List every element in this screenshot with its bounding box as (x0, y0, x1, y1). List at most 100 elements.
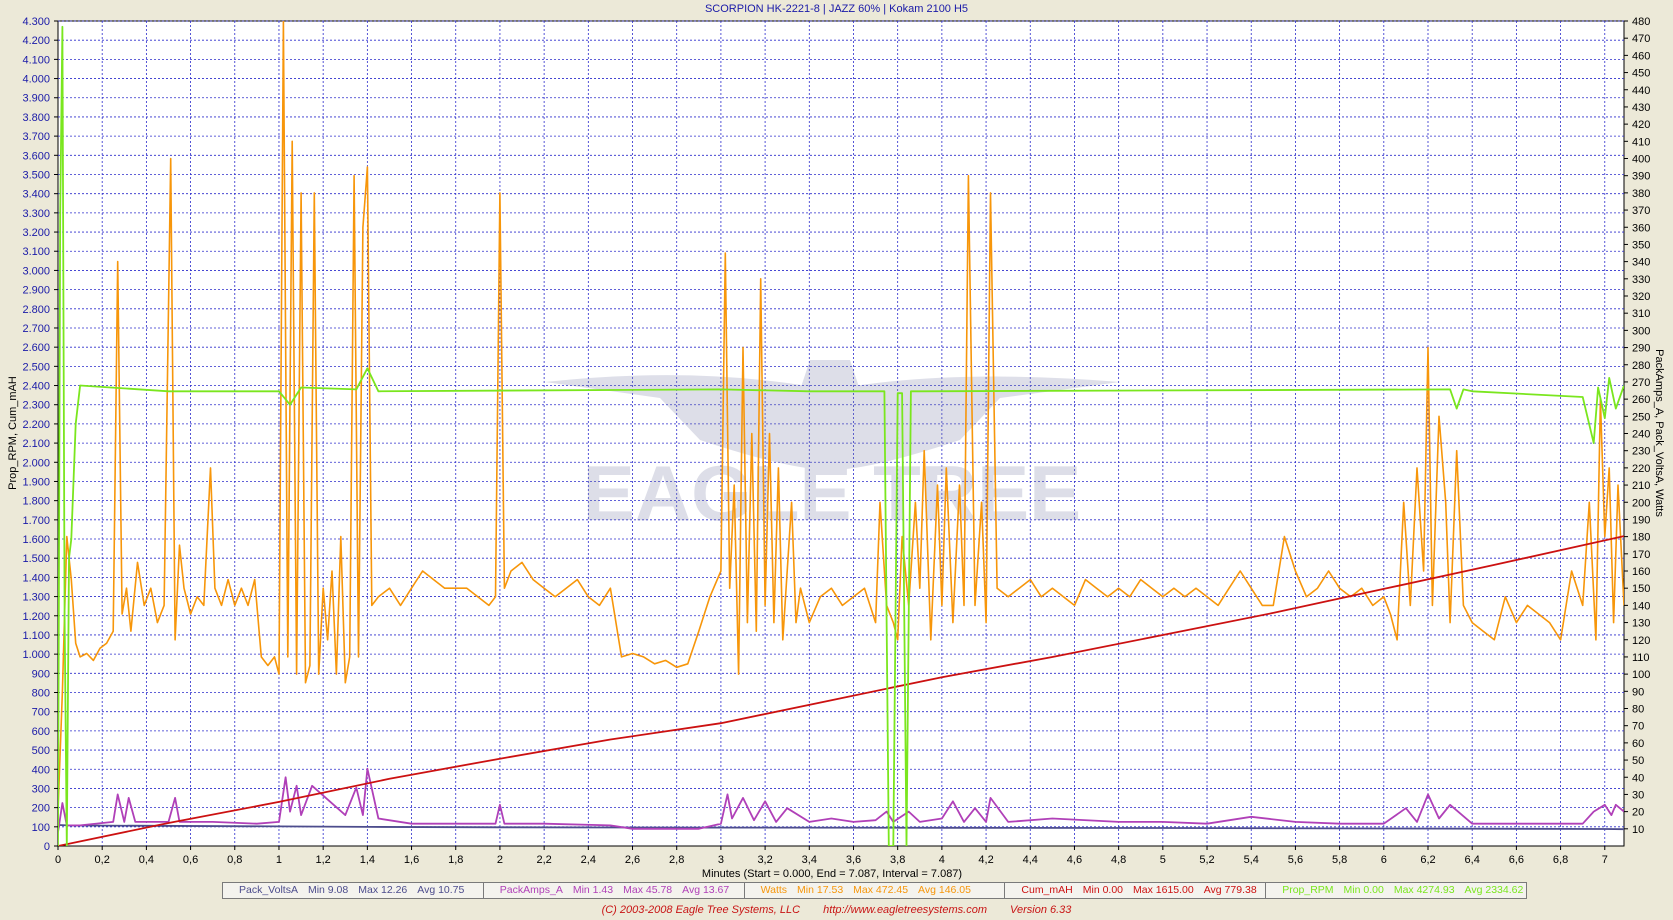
y-tick-right: 420 (1632, 119, 1650, 131)
y-tick-right: 280 (1632, 360, 1650, 372)
x-tick: 1 (276, 854, 282, 866)
x-tick: 4,8 (1111, 854, 1126, 866)
y-tick-right: 390 (1632, 171, 1650, 183)
y-tick-left: 2.300 (22, 400, 50, 412)
version-text: Version 6.33 (1010, 904, 1072, 916)
y-tick-left: 4.100 (22, 54, 50, 66)
y-tick-left: 3.900 (22, 93, 50, 105)
legend-min: Min 17.53 (797, 884, 844, 896)
y-tick-right: 410 (1632, 136, 1650, 148)
y-tick-left: 3.300 (22, 208, 50, 220)
x-axis-ticks: 0 0,2 0,4 0,6 0,8 1 1,2 1,4 1,6 1,8 2 2,2 2,4 2,6 2,8 3… (55, 846, 1608, 866)
y-tick-right: 470 (1632, 33, 1650, 45)
x-tick: 0,4 (139, 854, 154, 866)
legend-cum-mah[interactable]: Cum_mAH Min 0.00 Max 1615.00 Avg 779.38 (1005, 883, 1267, 898)
x-tick: 3,8 (890, 854, 905, 866)
y-tick-right: 50 (1632, 755, 1644, 767)
y-tick-left: 2.000 (22, 457, 50, 469)
legend-avg: Avg 13.67 (682, 884, 730, 896)
x-tick: 4 (939, 854, 945, 866)
y-tick-left: 2.400 (22, 381, 50, 393)
legend-pack-amps[interactable]: PackAmps_A Min 1.43 Max 45.78 Avg 13.67 (484, 883, 745, 898)
x-tick: 6,4 (1465, 854, 1480, 866)
y-tick-right: 160 (1632, 566, 1650, 578)
y-tick-left: 3.500 (22, 169, 50, 181)
x-tick: 5,6 (1288, 854, 1303, 866)
y-tick-left: 300 (32, 783, 50, 795)
x-tick: 0 (55, 854, 61, 866)
legend-min: Min 1.43 (572, 884, 614, 896)
x-tick: 4,4 (1023, 854, 1038, 866)
y-tick-left: 4.300 (22, 16, 50, 28)
y-tick-left: 3.200 (22, 227, 50, 239)
x-tick: 6 (1381, 854, 1387, 866)
legend-watts[interactable]: Watts Min 17.53 Max 472.45 Avg 146.05 (745, 883, 1006, 898)
x-tick: 2,4 (581, 854, 596, 866)
y-tick-left: 1.600 (22, 534, 50, 546)
y-tick-left: 0 (44, 841, 50, 853)
x-tick: 3 (718, 854, 724, 866)
y-tick-right: 110 (1632, 652, 1650, 664)
y-tick-left: 2.200 (22, 419, 50, 431)
y-tick-right: 480 (1632, 16, 1650, 28)
x-tick: 7 (1602, 854, 1608, 866)
x-tick: 0,6 (183, 854, 198, 866)
y-axis-left-label: Prop_RPM, Cum_mAH (7, 376, 19, 490)
right-axis-ticks: 10 20 30 40 50 60 70 80 90 100 110 120 130 140 150 160 1… (1624, 16, 1650, 836)
y-tick-right: 200 (1632, 497, 1650, 509)
y-tick-left: 2.900 (22, 285, 50, 297)
y-tick-right: 60 (1632, 738, 1644, 750)
y-tick-right: 460 (1632, 50, 1650, 62)
y-tick-left: 3.700 (22, 131, 50, 143)
y-tick-right: 250 (1632, 411, 1650, 423)
y-tick-right: 230 (1632, 446, 1650, 458)
x-tick: 6,8 (1553, 854, 1568, 866)
y-tick-left: 600 (32, 726, 50, 738)
x-tick: 4,2 (978, 854, 993, 866)
y-tick-left: 2.600 (22, 342, 50, 354)
y-tick-right: 400 (1632, 154, 1650, 166)
website-link[interactable]: http://www.eagletreesystems.com (823, 904, 987, 916)
y-tick-left: 4.200 (22, 35, 50, 47)
y-tick-right: 290 (1632, 343, 1650, 355)
y-tick-right: 30 (1632, 789, 1644, 801)
y-tick-left: 200 (32, 803, 50, 815)
legend-max: Max 12.26 (358, 884, 408, 896)
x-tick: 6,2 (1420, 854, 1435, 866)
y-tick-right: 40 (1632, 772, 1644, 784)
y-tick-left: 1.100 (22, 630, 50, 642)
legend-max: Max 4274.93 (1393, 884, 1455, 896)
y-tick-right: 340 (1632, 257, 1650, 269)
y-tick-left: 100 (32, 822, 50, 834)
y-tick-right: 10 (1632, 824, 1644, 836)
y-tick-right: 430 (1632, 102, 1650, 114)
legend-max: Max 472.45 (853, 884, 909, 896)
y-tick-left: 1.000 (22, 649, 50, 661)
x-tick: 2,6 (625, 854, 640, 866)
y-tick-right: 450 (1632, 68, 1650, 80)
x-tick: 5,2 (1199, 854, 1214, 866)
y-tick-right: 330 (1632, 274, 1650, 286)
y-tick-right: 360 (1632, 222, 1650, 234)
legend-avg: Avg 779.38 (1203, 884, 1257, 896)
x-tick: 2 (497, 854, 503, 866)
legend-prop-rpm[interactable]: Prop_RPM Min 0.00 Max 4274.93 Avg 2334.62 (1266, 883, 1526, 898)
y-tick-left: 3.600 (22, 150, 50, 162)
y-tick-left: 3.800 (22, 112, 50, 124)
y-tick-left: 900 (32, 668, 50, 680)
y-tick-right: 140 (1632, 600, 1650, 612)
legend-label: Cum_mAH (1021, 884, 1073, 896)
y-tick-left: 2.100 (22, 438, 50, 450)
y-tick-right: 320 (1632, 291, 1650, 303)
y-tick-right: 300 (1632, 325, 1650, 337)
x-tick: 2,2 (536, 854, 551, 866)
legend-avg: Avg 2334.62 (1464, 884, 1524, 896)
legend-pack-volts[interactable]: Pack_VoltsA Min 9.08 Max 12.26 Avg 10.75 (223, 883, 484, 898)
y-tick-right: 180 (1632, 532, 1650, 544)
legend-max: Max 45.78 (623, 884, 673, 896)
y-tick-left: 500 (32, 745, 50, 757)
legend-min: Min 0.00 (1343, 884, 1384, 896)
y-tick-left: 3.400 (22, 189, 50, 201)
y-tick-right: 350 (1632, 239, 1650, 251)
y-tick-left: 3.100 (22, 246, 50, 258)
